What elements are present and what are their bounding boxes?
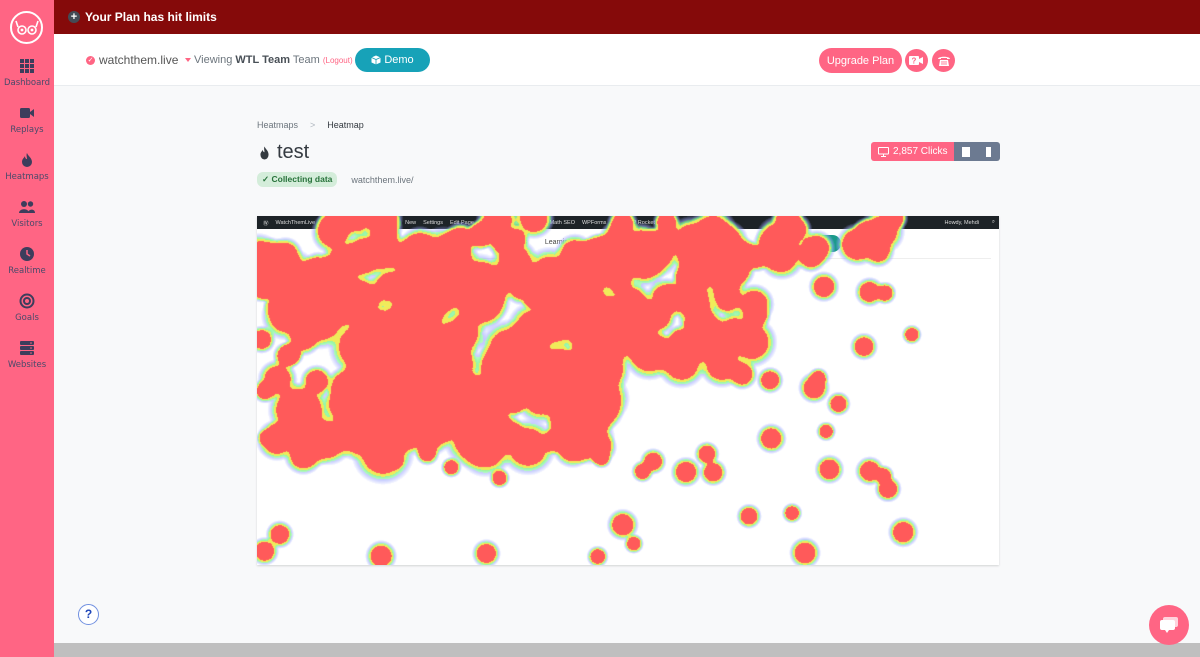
chat-button[interactable] bbox=[1149, 605, 1189, 645]
caret-down-icon bbox=[185, 58, 192, 62]
tablet-view-button[interactable] bbox=[954, 142, 978, 161]
page-title-row: test bbox=[258, 141, 309, 164]
sidebar-item-heatmaps[interactable]: Heatmaps bbox=[0, 152, 54, 182]
sidebar-item-label: Dashboard bbox=[3, 78, 51, 88]
demo-label: Demo bbox=[384, 54, 414, 66]
fire-icon bbox=[22, 153, 32, 167]
upgrade-plan-button[interactable]: Upgrade Plan bbox=[819, 48, 902, 73]
team-suffix: Team bbox=[292, 54, 320, 66]
sidebar-item-visitors[interactable]: Visitors bbox=[0, 199, 54, 229]
sidebar-item-label: Replays bbox=[10, 125, 44, 135]
desktop-icon bbox=[878, 146, 889, 157]
mobile-icon bbox=[986, 146, 992, 157]
sidebar: Dashboard Replays Heatmaps Visitors Real… bbox=[0, 0, 54, 657]
top-header: ✓ watchthem.live Viewing WTL Team Team (… bbox=[54, 34, 1200, 86]
footer-bar bbox=[54, 643, 1200, 657]
breadcrumb: Heatmaps > Heatmap bbox=[257, 120, 364, 130]
team-name: WTL Team bbox=[235, 54, 290, 66]
server-icon bbox=[20, 341, 34, 355]
heatmap-preview[interactable]: Ⓦ WatchThemLive Customize Settings 35 0 … bbox=[257, 216, 999, 565]
target-icon bbox=[19, 293, 35, 309]
logout-link[interactable]: (Logout) bbox=[323, 56, 353, 65]
sidebar-item-realtime[interactable]: Realtime bbox=[0, 246, 54, 276]
svg-text:?: ? bbox=[912, 57, 917, 66]
plan-limit-banner[interactable]: + Your Plan has hit limits bbox=[54, 0, 1200, 34]
sidebar-item-label: Heatmaps bbox=[5, 172, 49, 182]
sidebar-item-dashboard[interactable]: Dashboard bbox=[0, 58, 54, 88]
status-text: Collecting data bbox=[271, 174, 333, 184]
breadcrumb-current: Heatmap bbox=[327, 120, 364, 130]
breadcrumb-separator: > bbox=[310, 120, 316, 130]
site-selector[interactable]: ✓ watchthem.live bbox=[86, 53, 192, 67]
grid-icon bbox=[20, 59, 34, 73]
tablet-icon bbox=[961, 146, 970, 157]
status-badge: ✓ Collecting data bbox=[257, 172, 338, 187]
sidebar-item-label: Goals bbox=[15, 313, 39, 323]
video-camera-icon bbox=[20, 108, 34, 118]
demo-button[interactable]: Demo bbox=[355, 48, 430, 72]
banner-text: Your Plan has hit limits bbox=[85, 10, 217, 24]
fire-icon bbox=[260, 146, 269, 159]
watchthem-logo-icon bbox=[14, 20, 39, 35]
check-circle-icon: ✓ bbox=[86, 55, 95, 65]
plus-circle-icon: + bbox=[68, 11, 80, 23]
video-question-icon: ? bbox=[909, 56, 923, 66]
logo[interactable] bbox=[10, 11, 43, 44]
sidebar-item-label: Visitors bbox=[11, 219, 43, 229]
users-icon bbox=[19, 201, 35, 213]
breadcrumb-heatmaps[interactable]: Heatmaps bbox=[257, 120, 298, 130]
page-title: test bbox=[277, 141, 310, 163]
sidebar-item-goals[interactable]: Goals bbox=[0, 293, 54, 323]
clicks-count: 2,857 Clicks bbox=[893, 146, 948, 157]
device-toggle-group: 2,857 Clicks bbox=[871, 142, 1001, 161]
sidebar-item-websites[interactable]: Websites bbox=[0, 340, 54, 370]
sidebar-item-label: Websites bbox=[7, 360, 47, 370]
help-button[interactable]: ? bbox=[78, 604, 99, 625]
phone-icon bbox=[937, 56, 950, 66]
video-help-button[interactable]: ? bbox=[905, 49, 928, 72]
viewing-label: Viewing bbox=[194, 54, 233, 66]
heatmap-overlay bbox=[257, 216, 999, 565]
clock-icon bbox=[20, 247, 34, 261]
support-phone-button[interactable] bbox=[932, 49, 955, 72]
page-url: watchthem.live/ bbox=[351, 174, 414, 185]
viewing-team: Viewing WTL Team Team (Logout) bbox=[194, 54, 353, 66]
mobile-view-button[interactable] bbox=[977, 142, 1001, 161]
cube-icon bbox=[371, 55, 381, 65]
desktop-clicks-button[interactable]: 2,857 Clicks bbox=[871, 142, 955, 161]
site-name: watchthem.live bbox=[99, 53, 179, 67]
sidebar-item-label: Realtime bbox=[8, 266, 46, 276]
chat-icon bbox=[1160, 617, 1178, 633]
sidebar-item-replays[interactable]: Replays bbox=[0, 105, 54, 135]
status-row: ✓ Collecting data watchthem.live/ bbox=[257, 172, 413, 187]
